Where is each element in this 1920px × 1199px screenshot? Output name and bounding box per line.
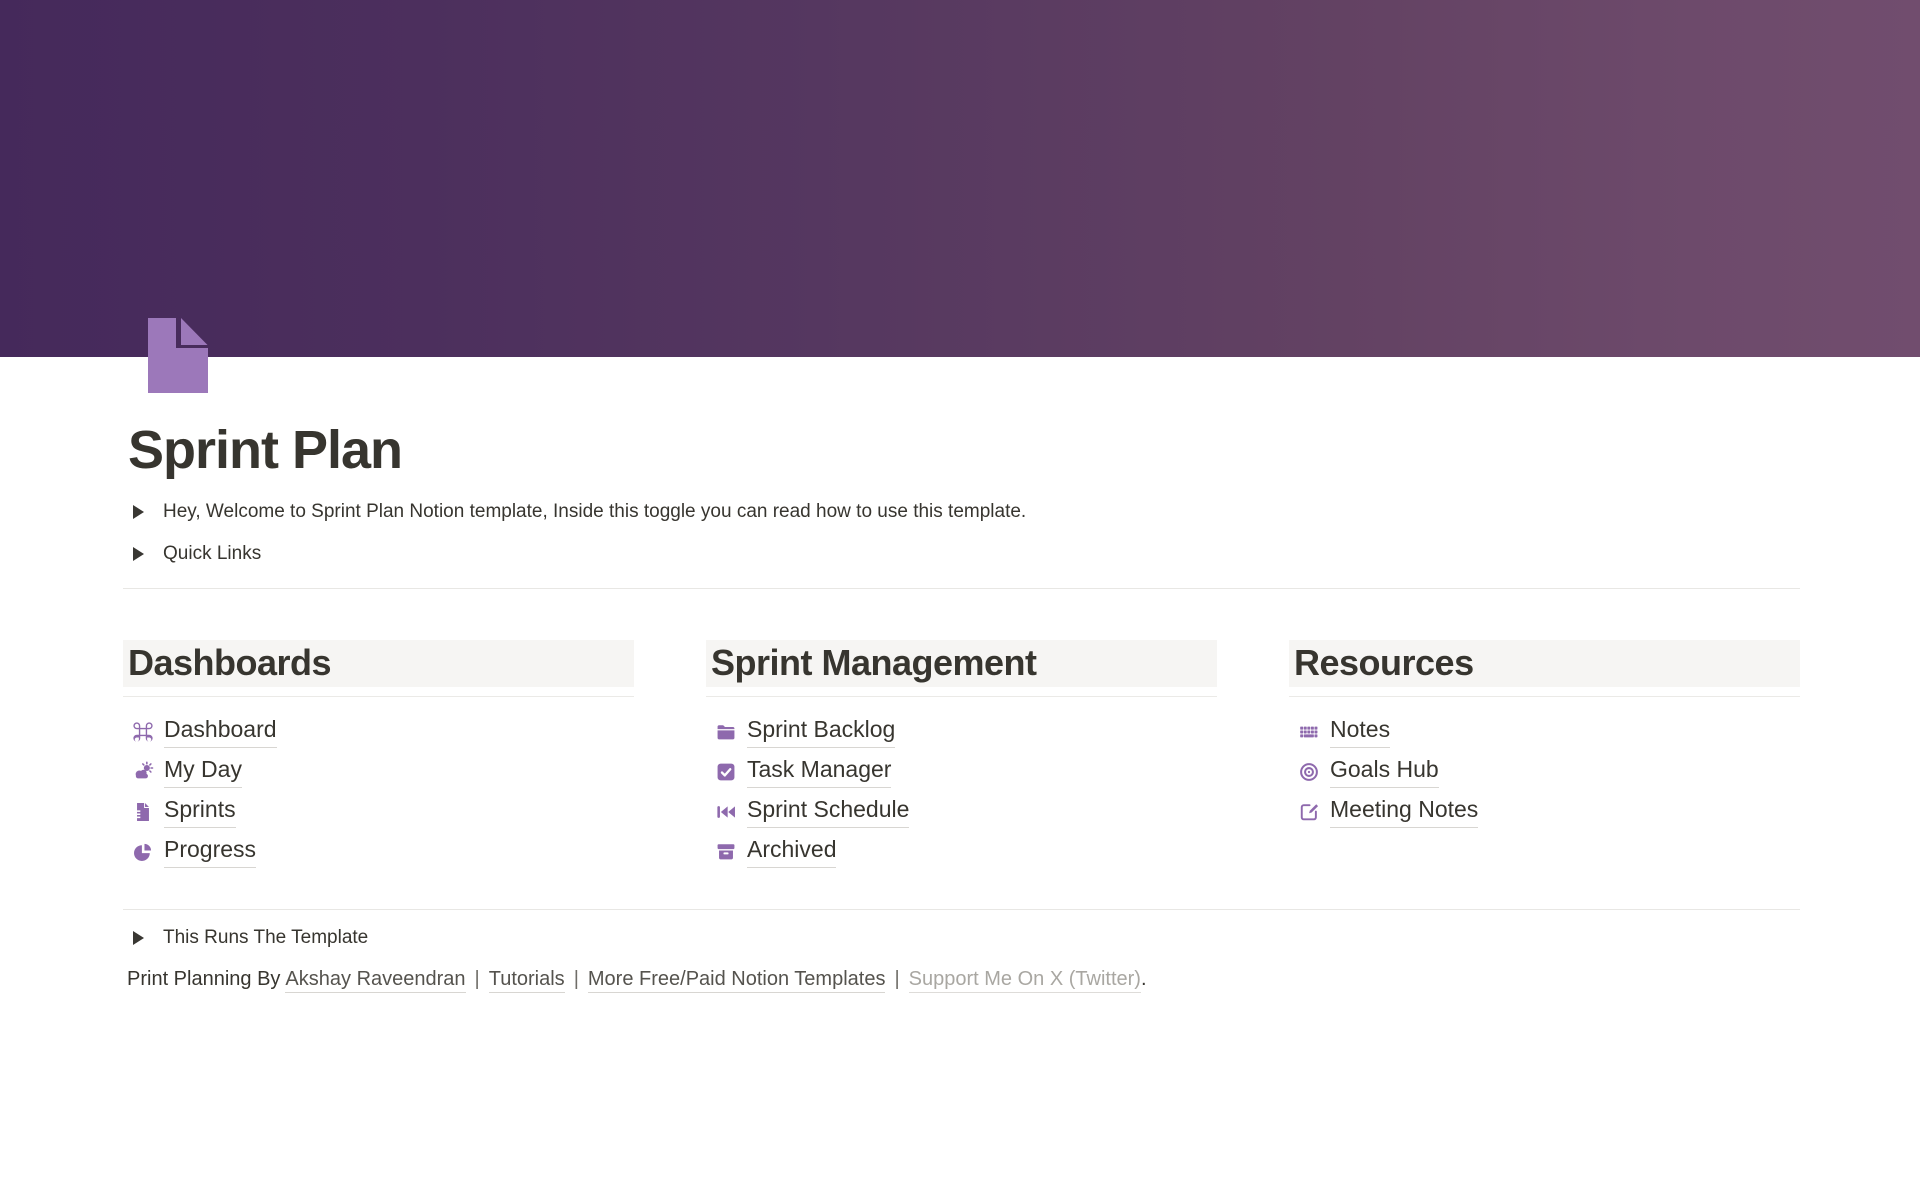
list-item: My Day bbox=[123, 752, 634, 792]
rewind-icon bbox=[714, 800, 738, 824]
document-with-folded-corner-icon bbox=[148, 318, 208, 393]
credit-link-tutorials[interactable]: Tutorials bbox=[489, 968, 565, 993]
section-divider-top bbox=[123, 588, 1800, 589]
list-item: Sprint Schedule bbox=[706, 792, 1217, 832]
page-link-label: Sprint Backlog bbox=[747, 716, 895, 748]
target-icon bbox=[1297, 760, 1321, 784]
column-resources: Resources bbox=[1289, 640, 1800, 833]
page-link-label: My Day bbox=[164, 756, 242, 788]
page-link-notes[interactable]: Notes bbox=[1289, 716, 1390, 748]
page-link-label: Notes bbox=[1330, 716, 1390, 748]
page-link-sprint-schedule[interactable]: Sprint Schedule bbox=[706, 796, 909, 828]
column-heading-resources: Resources bbox=[1289, 640, 1800, 687]
column-dashboards: Dashboards Dashboard bbox=[123, 640, 634, 873]
toggle-triangle-icon bbox=[133, 931, 144, 945]
archive-icon bbox=[714, 840, 738, 864]
toggle-runs-template[interactable]: This Runs The Template bbox=[123, 923, 1800, 953]
toggle-triangle-icon bbox=[133, 547, 144, 561]
credits-separator: | bbox=[475, 968, 480, 990]
toggle-welcome[interactable]: Hey, Welcome to Sprint Plan Notion templ… bbox=[123, 491, 1800, 533]
page-link-meeting-notes[interactable]: Meeting Notes bbox=[1289, 796, 1478, 828]
page-link-archived[interactable]: Archived bbox=[706, 836, 836, 868]
page-link-label: Meeting Notes bbox=[1330, 796, 1478, 828]
credit-link-author[interactable]: Akshay Raveendran bbox=[285, 968, 465, 993]
list-item: Sprint Backlog bbox=[706, 712, 1217, 752]
page-link-my-day[interactable]: My Day bbox=[123, 756, 242, 788]
command-icon bbox=[131, 720, 155, 744]
toggle-triangle-icon bbox=[133, 505, 144, 519]
list-item: Archived bbox=[706, 832, 1217, 872]
page-link-progress[interactable]: Progress bbox=[123, 836, 256, 868]
toggle-welcome-label: Hey, Welcome to Sprint Plan Notion templ… bbox=[163, 501, 1026, 523]
credits-suffix: . bbox=[1141, 968, 1147, 990]
page-link-label: Archived bbox=[747, 836, 836, 868]
page-link-label: Dashboard bbox=[164, 716, 277, 748]
credits-separator: | bbox=[894, 968, 899, 990]
column-heading-sprint-management: Sprint Management bbox=[706, 640, 1217, 687]
pie-chart-icon bbox=[131, 840, 155, 864]
document-icon bbox=[131, 800, 155, 824]
page-link-goals-hub[interactable]: Goals Hub bbox=[1289, 756, 1439, 788]
list-item: Notes bbox=[1289, 712, 1800, 752]
list-item: Dashboard bbox=[123, 712, 634, 752]
list-item: Sprints bbox=[123, 792, 634, 832]
page-link-label: Sprint Schedule bbox=[747, 796, 909, 828]
credit-link-templates[interactable]: More Free/Paid Notion Templates bbox=[588, 968, 886, 993]
page-link-label: Goals Hub bbox=[1330, 756, 1439, 788]
credits: Print Planning ByAkshay Raveendran | Tutor… bbox=[127, 966, 1800, 993]
section-divider-bottom bbox=[123, 909, 1800, 910]
credits-separator: | bbox=[574, 968, 579, 990]
page-link-dashboard[interactable]: Dashboard bbox=[123, 716, 277, 748]
cover-image bbox=[0, 0, 1920, 357]
list-item: Task Manager bbox=[706, 752, 1217, 792]
page-link-label: Progress bbox=[164, 836, 256, 868]
page-body: Sprint Plan Hey, Welcome to Sprint Plan … bbox=[0, 419, 1920, 993]
credits-prefix: Print Planning By bbox=[127, 968, 280, 990]
sun-cloud-icon bbox=[131, 760, 155, 784]
columns-container: Dashboards Dashboard bbox=[123, 640, 1800, 873]
page-icon[interactable] bbox=[148, 318, 208, 393]
page-link-label: Sprints bbox=[164, 796, 236, 828]
page-link-task-manager[interactable]: Task Manager bbox=[706, 756, 891, 788]
column-heading-dashboards: Dashboards bbox=[123, 640, 634, 687]
column-divider bbox=[1289, 696, 1800, 698]
page-title: Sprint Plan bbox=[128, 419, 1800, 483]
folder-icon bbox=[714, 720, 738, 744]
column-divider bbox=[123, 696, 634, 698]
column-sprint-management: Sprint Management Sprint Backlog bbox=[706, 640, 1217, 873]
edit-icon bbox=[1297, 800, 1321, 824]
toggle-quick-links-label: Quick Links bbox=[163, 543, 261, 565]
page-link-sprint-backlog[interactable]: Sprint Backlog bbox=[706, 716, 895, 748]
page-link-sprints[interactable]: Sprints bbox=[123, 796, 236, 828]
list-item: Meeting Notes bbox=[1289, 792, 1800, 832]
toggle-quick-links[interactable]: Quick Links bbox=[123, 533, 1800, 575]
list-item: Goals Hub bbox=[1289, 752, 1800, 792]
column-divider bbox=[706, 696, 1217, 698]
list-item: Progress bbox=[123, 832, 634, 872]
toggle-runs-template-label: This Runs The Template bbox=[163, 927, 368, 949]
checkbox-icon bbox=[714, 760, 738, 784]
credit-link-support[interactable]: Support Me On X (Twitter) bbox=[909, 968, 1141, 993]
keyboard-icon bbox=[1297, 720, 1321, 744]
page-link-label: Task Manager bbox=[747, 756, 891, 788]
